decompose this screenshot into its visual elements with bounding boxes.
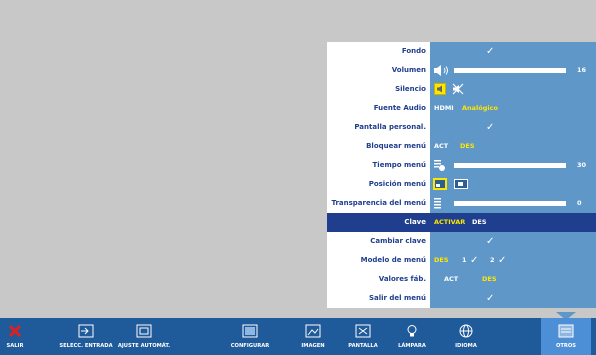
menu-label: Fuente Audio (327, 99, 430, 118)
setup-icon (242, 324, 258, 338)
menu-row-valores-fab[interactable]: Valores fáb. ACT DES (327, 270, 596, 289)
menu-label: Transparencia del menú (327, 194, 430, 213)
speaker-icon (437, 85, 442, 93)
menu-row-salir-menu[interactable]: Salir del menú ✓ (327, 289, 596, 308)
check-icon: ✓ (486, 293, 495, 304)
menu-row-clave[interactable]: Clave ACTIVAR DES (327, 213, 596, 232)
menu-label: Bloquear menú (327, 137, 430, 156)
menu-label: Cambiar clave (327, 232, 430, 251)
transparency-icon (434, 198, 441, 209)
close-icon (8, 324, 22, 338)
menu-label: Posición menú (327, 175, 430, 194)
others-icon (558, 324, 574, 338)
volume-icon (434, 65, 441, 76)
check-icon: ✓ (486, 236, 495, 247)
tab-selecc-entrada[interactable]: SELECC. ENTRADA (58, 318, 114, 355)
audio-hdmi-option[interactable]: HDMI (434, 99, 454, 118)
factory-reset-on-option[interactable]: ACT (444, 270, 458, 289)
menu-label: Modelo de menú (327, 251, 430, 270)
tab-label: OTROS (555, 343, 577, 349)
auto-adjust-icon (136, 324, 152, 338)
menu-row-fuente-audio[interactable]: Fuente Audio HDMI Analógico (327, 99, 596, 118)
menu-timeout-value: 30 (577, 161, 587, 169)
display-icon (355, 324, 371, 338)
position-center-icon[interactable] (454, 178, 468, 190)
tab-label: IMAGEN (301, 343, 325, 349)
check-icon: ✓ (498, 255, 507, 266)
menu-label: Pantalla personal. (327, 118, 430, 137)
tab-pantalla[interactable]: PANTALLA (343, 318, 383, 355)
tab-otros[interactable]: OTROS (541, 318, 591, 355)
volume-value: 16 (577, 66, 587, 74)
menu-row-volumen[interactable]: Volumen 16 (327, 61, 596, 80)
menu-timeout-slider[interactable] (454, 163, 566, 168)
menu-row-fondo[interactable]: Fondo ✓ (327, 42, 596, 61)
osd-menu: Fondo ✓ Volumen 16 Silencio Fuente Audio… (327, 42, 596, 312)
input-icon (78, 324, 94, 338)
menu-label: Silencio (327, 80, 430, 99)
menu-row-pantalla-personal[interactable]: Pantalla personal. ✓ (327, 118, 596, 137)
tab-imagen[interactable]: IMAGEN (293, 318, 333, 355)
mute-icon[interactable] (452, 83, 464, 95)
position-bottom-left-option[interactable] (433, 178, 447, 190)
lock-on-option[interactable]: ACT (434, 137, 448, 156)
language-icon (459, 324, 473, 338)
volume-wave-icon (443, 66, 448, 75)
password-off-option[interactable]: DES (472, 213, 487, 232)
tab-salir[interactable]: SALIR (0, 318, 30, 355)
menu-label: Fondo (327, 42, 430, 61)
check-icon: ✓ (470, 255, 479, 266)
factory-reset-off-option[interactable]: DES (482, 270, 497, 289)
tab-label: SALIR (6, 343, 24, 349)
menu-template-2-option[interactable]: 2 (490, 251, 495, 270)
tab-label: AJUSTE AUTOMÁT. (117, 343, 171, 349)
menu-row-tiempo-menu[interactable]: Tiempo menú 30 (327, 156, 596, 175)
menu-row-modelo-menu[interactable]: Modelo de menú DES 1 ✓ 2 ✓ (327, 251, 596, 270)
tab-label: IDIOMA (455, 343, 477, 349)
main-menu-bar: SALIR SELECC. ENTRADA AJUSTE AUTOMÁT. CO… (0, 318, 596, 355)
menu-label: Volumen (327, 61, 430, 80)
volume-slider[interactable] (454, 68, 566, 73)
lamp-icon (407, 325, 417, 337)
menu-row-bloquear-menu[interactable]: Bloquear menú ACT DES (327, 137, 596, 156)
menu-template-off-option[interactable]: DES (434, 251, 449, 270)
menu-row-silencio[interactable]: Silencio (327, 80, 596, 99)
menu-row-cambiar-clave[interactable]: Cambiar clave ✓ (327, 232, 596, 251)
tab-label: LÁMPARA (398, 343, 426, 349)
tab-idioma[interactable]: IDIOMA (446, 318, 486, 355)
sound-on-option[interactable] (434, 83, 446, 95)
transparency-slider[interactable] (454, 201, 566, 206)
password-on-option[interactable]: ACTIVAR (434, 213, 465, 232)
tab-label: CONFIGURAR (230, 343, 270, 349)
position-bottom-left-icon (435, 180, 445, 188)
menu-label: Valores fáb. (327, 270, 430, 289)
picture-icon (305, 324, 321, 338)
menu-label: Clave (327, 213, 430, 232)
menu-label: Tiempo menú (327, 156, 430, 175)
check-icon: ✓ (486, 122, 495, 133)
audio-analog-option[interactable]: Analógico (462, 99, 498, 118)
tab-configurar[interactable]: CONFIGURAR (222, 318, 278, 355)
check-icon: ✓ (486, 46, 495, 57)
menu-timer-icon (434, 160, 445, 171)
menu-row-transparencia[interactable]: Transparencia del menú 0 (327, 194, 596, 213)
lock-off-option[interactable]: DES (460, 137, 475, 156)
menu-label: Salir del menú (327, 289, 430, 308)
menu-row-posicion-menu[interactable]: Posición menú (327, 175, 596, 194)
tab-ajuste-automat[interactable]: AJUSTE AUTOMÁT. (115, 318, 173, 355)
tab-label: SELECC. ENTRADA (59, 343, 113, 349)
transparency-value: 0 (577, 199, 582, 207)
tab-label: PANTALLA (348, 343, 378, 349)
tab-lampara[interactable]: LÁMPARA (392, 318, 432, 355)
menu-template-1-option[interactable]: 1 (462, 251, 467, 270)
